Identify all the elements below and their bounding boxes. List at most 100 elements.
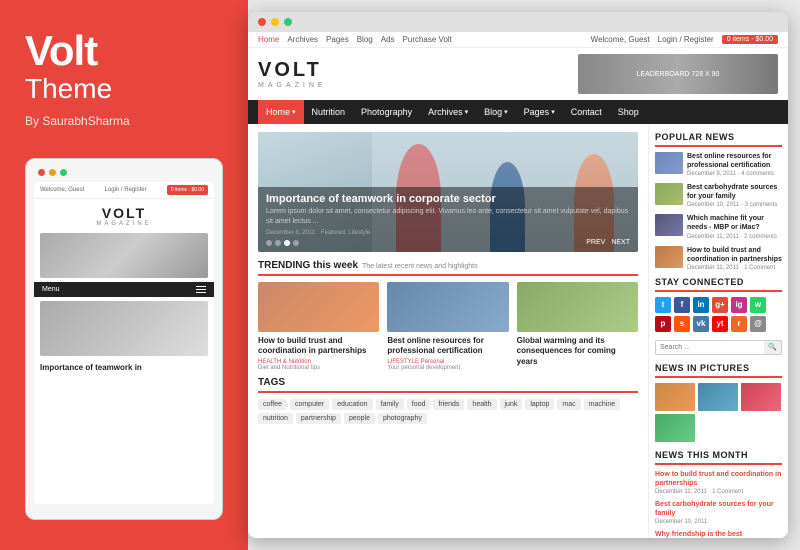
slider-dots — [266, 240, 299, 246]
linkedin-icon[interactable]: in — [693, 297, 709, 313]
tag-food[interactable]: food — [407, 399, 431, 410]
mobile-dot-green — [60, 169, 67, 176]
leaderboard-label: LEADERBOARD 728 X 90 — [637, 71, 720, 78]
dot-2[interactable] — [275, 240, 281, 246]
browser-dot-yellow[interactable] — [271, 18, 279, 26]
popular-meta-4: December 11, 2011 · 1 Comment — [687, 265, 782, 271]
twitter-icon[interactable]: t — [655, 297, 671, 313]
left-panel: Volt Theme By SaurabhSharma Welcome, Gue… — [0, 0, 248, 550]
mobile-cart[interactable]: 0 items - $0.00 — [167, 185, 208, 195]
slider-text-overlay: Importance of teamwork in corporate sect… — [258, 187, 638, 252]
site-logo-sub: MAGAZINE — [258, 82, 327, 89]
nav-item-nutrition[interactable]: Nutrition — [304, 100, 354, 124]
main-navigation: Home ▾ Nutrition Photography Archives ▾ … — [248, 100, 788, 124]
slider-prev-btn[interactable]: PREV — [586, 239, 605, 246]
month-item-3: Why friendship is the best relationship … — [655, 530, 782, 538]
tag-education[interactable]: education — [332, 399, 372, 410]
tag-mac[interactable]: mac — [557, 399, 580, 410]
nav-item-archives[interactable]: Archives ▾ — [420, 100, 476, 124]
nav-item-home[interactable]: Home ▾ — [258, 100, 304, 124]
nav-item-photography[interactable]: Photography — [353, 100, 420, 124]
dot-3[interactable] — [284, 240, 290, 246]
popular-meta-2: December 10, 2011 · 3 comments — [687, 202, 782, 208]
top-nav-links: Home Archives Pages Blog Ads Purchase Vo… — [258, 35, 452, 44]
pinterest-icon[interactable]: p — [655, 316, 671, 332]
search-input[interactable] — [656, 341, 764, 354]
cart-button[interactable]: 0 items - $0.00 — [722, 35, 778, 44]
tag-photography[interactable]: photography — [378, 413, 427, 424]
month-items-list: How to build trust and coordination in p… — [655, 470, 782, 538]
search-button[interactable]: 🔍 — [764, 341, 781, 354]
trending-item-2: Best online resources for professional c… — [387, 282, 508, 371]
pic-thumb-3 — [741, 383, 781, 411]
featured-slider: Importance of teamwork in corporate sect… — [258, 132, 638, 252]
vk-icon[interactable]: vk — [693, 316, 709, 332]
popular-text-2: Best carbohydrate sources for your famil… — [687, 183, 782, 208]
trending-title-1: How to build trust and coordination in p… — [258, 336, 379, 357]
mobile-hero-bg — [40, 233, 208, 278]
social-icons: t f in g+ ig w p s vk yt r @ — [655, 297, 782, 332]
youtube-icon[interactable]: yt — [712, 316, 728, 332]
soundcloud-icon[interactable]: s — [674, 316, 690, 332]
tag-junk[interactable]: junk — [500, 399, 523, 410]
tag-coffee[interactable]: coffee — [258, 399, 287, 410]
whatsapp-icon[interactable]: w — [750, 297, 766, 313]
nav-ads[interactable]: Ads — [381, 35, 395, 44]
nav-blog[interactable]: Blog — [357, 35, 373, 44]
nav-item-shop[interactable]: Shop — [610, 100, 647, 124]
slider-bottom: PREV NEXT — [266, 239, 630, 246]
tag-family[interactable]: family — [376, 399, 404, 410]
mobile-login[interactable]: Login / Register — [105, 187, 147, 193]
tag-nutrition[interactable]: nutrition — [258, 413, 293, 424]
top-nav-bar: Home Archives Pages Blog Ads Purchase Vo… — [248, 32, 788, 48]
browser-dot-red[interactable] — [258, 18, 266, 26]
slider-description: Lorem ipsum dolor sit amet, consectetur … — [266, 207, 630, 227]
month-meta-1: December 11, 2011 · 1 Comment — [655, 489, 782, 495]
sidebar-right: POPULAR NEWS Best online resources for p… — [648, 124, 788, 538]
rss-icon[interactable]: r — [731, 316, 747, 332]
tag-health[interactable]: health — [467, 399, 496, 410]
gplus-icon[interactable]: g+ — [712, 297, 728, 313]
month-item-2: Best carbohydrate sources for your famil… — [655, 500, 782, 525]
popular-news-title: POPULAR NEWS — [655, 132, 782, 147]
popular-item-3: Which machine fit your needs - MBP or iM… — [655, 214, 782, 239]
tag-friends[interactable]: friends — [433, 399, 464, 410]
brand-by: By SaurabhSharma — [25, 114, 223, 128]
tag-computer[interactable]: computer — [290, 399, 329, 410]
site-logo-text: VOLT — [258, 59, 327, 82]
nav-purchase[interactable]: Purchase Volt — [403, 35, 452, 44]
brand-subtitle: Theme — [25, 72, 223, 106]
nav-pages[interactable]: Pages — [326, 35, 349, 44]
mobile-welcome: Welcome, Guest — [40, 187, 84, 193]
login-register-link[interactable]: Login / Register — [658, 35, 714, 44]
slider-categories: Featured, Lifestyle — [321, 230, 370, 236]
tag-laptop[interactable]: laptop — [525, 399, 554, 410]
mobile-article-image — [40, 301, 208, 356]
dot-4[interactable] — [293, 240, 299, 246]
nav-item-contact[interactable]: Contact — [563, 100, 610, 124]
tag-people[interactable]: people — [344, 413, 375, 424]
slider-figure: Importance of teamwork in corporate sect… — [258, 132, 638, 252]
dot-1[interactable] — [266, 240, 272, 246]
month-title-3: Why friendship is the best relationship — [655, 530, 782, 538]
browser-body: Home Archives Pages Blog Ads Purchase Vo… — [248, 32, 788, 538]
tag-machine[interactable]: machine — [584, 399, 620, 410]
browser-dot-green[interactable] — [284, 18, 292, 26]
popular-thumb-3 — [655, 214, 683, 236]
site-logo: VOLT MAGAZINE — [258, 59, 327, 89]
nav-item-pages[interactable]: Pages ▾ — [516, 100, 563, 124]
tag-partnership[interactable]: partnership — [296, 413, 341, 424]
nav-item-blog[interactable]: Blog ▾ — [476, 100, 516, 124]
email-icon[interactable]: @ — [750, 316, 766, 332]
slider-title: Importance of teamwork in corporate sect… — [266, 193, 630, 205]
nav-archives[interactable]: Archives — [287, 35, 318, 44]
slider-next-btn[interactable]: NEXT — [611, 239, 630, 246]
search-bar: 🔍 — [655, 340, 782, 355]
mobile-menu-bar[interactable]: Menu — [34, 282, 214, 297]
popular-text-1: Best online resources for professional c… — [687, 152, 782, 177]
nav-home[interactable]: Home — [258, 35, 279, 44]
instagram-icon[interactable]: ig — [731, 297, 747, 313]
facebook-icon[interactable]: f — [674, 297, 690, 313]
mobile-dot-red — [38, 169, 45, 176]
popular-title-2: Best carbohydrate sources for your famil… — [687, 183, 782, 201]
